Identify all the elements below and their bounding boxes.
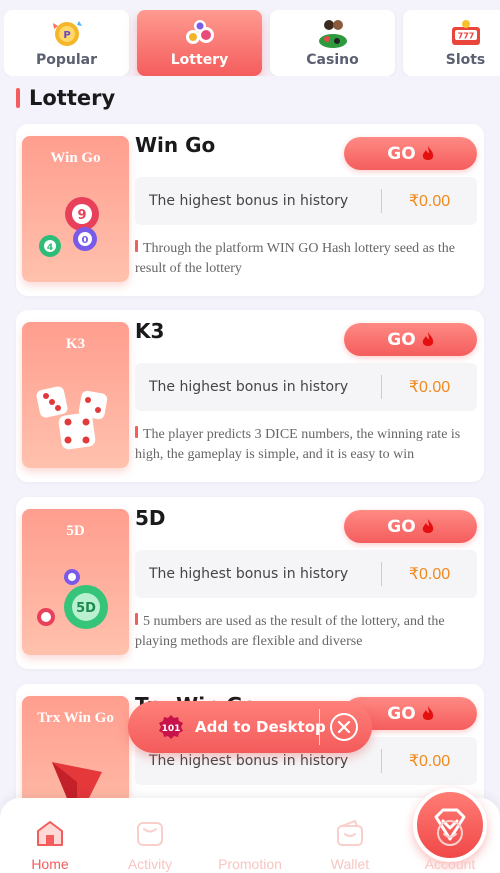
- section-accent-bar: [16, 88, 20, 108]
- activity-icon: [137, 822, 163, 846]
- tab-popular[interactable]: P Popular: [4, 10, 129, 76]
- thumbnail-label: Trx Win Go: [37, 710, 114, 726]
- desc-accent-bar: [135, 613, 138, 625]
- bonus-row: The highest bonus in history ₹0.00: [135, 363, 477, 411]
- flame-icon: [422, 331, 433, 346]
- game-card-5d[interactable]: 5D 5D 5D GO The highest bonus in history…: [16, 497, 484, 669]
- tab-label: Slots: [445, 52, 486, 68]
- go-label: GO: [387, 703, 416, 724]
- nav-activity[interactable]: Activity: [100, 818, 200, 872]
- go-button[interactable]: GO: [344, 510, 477, 543]
- svg-text:777: 777: [457, 32, 474, 41]
- tab-label: Casino: [306, 52, 359, 68]
- bonus-value: ₹0.00: [408, 753, 451, 770]
- svg-text:9: 9: [77, 208, 86, 223]
- bonus-value: ₹0.00: [408, 566, 451, 583]
- section-header: Lottery: [16, 86, 115, 110]
- game-thumbnail[interactable]: Win Go 9 0 4: [22, 136, 129, 282]
- slots-icon: 777: [451, 20, 480, 45]
- game-card-win-go[interactable]: Win Go 9 0 4 Win Go GO The highest bonus…: [16, 124, 484, 296]
- nav-label: Promotion: [218, 856, 282, 872]
- description-text: Through the platform WIN GO Hash lottery…: [135, 241, 455, 276]
- popular-icon: P: [52, 21, 82, 46]
- tab-lottery[interactable]: Lottery: [137, 10, 262, 76]
- bonus-row: The highest bonus in history ₹0.00: [135, 177, 477, 225]
- bonus-value: ₹0.00: [408, 193, 451, 210]
- lottery-balls-icon: 9 0 4: [39, 197, 99, 257]
- svg-text:4: 4: [47, 243, 53, 253]
- go-label: GO: [387, 143, 416, 164]
- description-text: 5 numbers are used as the result of the …: [135, 614, 445, 649]
- go-button[interactable]: GO: [344, 323, 477, 356]
- nav-wallet[interactable]: Wallet: [300, 818, 400, 872]
- game-title: 5D: [135, 506, 166, 530]
- svg-text:5D: 5D: [76, 601, 96, 616]
- desc-accent-bar: [135, 240, 138, 252]
- bottom-nav: Home Activity Promotion Wallet Account: [0, 788, 500, 873]
- game-card-k3[interactable]: K3 K3 GO The highest bonus in history ₹0…: [16, 310, 484, 482]
- tab-casino[interactable]: Casino: [270, 10, 395, 76]
- nav-home[interactable]: Home: [0, 818, 100, 872]
- app-logo-icon: 101: [159, 715, 183, 739]
- nav-label: Account: [424, 856, 476, 872]
- close-icon[interactable]: [329, 712, 359, 742]
- add-to-desktop-banner[interactable]: 101 Add to Desktop: [128, 701, 372, 753]
- wallet-icon: [337, 819, 363, 846]
- account-icon: [437, 820, 463, 846]
- game-description: The player predicts 3 DICE numbers, the …: [135, 425, 477, 465]
- bonus-label: The highest bonus in history: [149, 753, 349, 769]
- flame-icon: [422, 705, 433, 720]
- dice-icon: [36, 386, 108, 450]
- home-icon: [37, 821, 63, 846]
- casino-icon: [318, 20, 347, 48]
- go-label: GO: [387, 516, 416, 537]
- add-to-desktop-label: Add to Desktop: [195, 718, 326, 736]
- thumbnail-label: K3: [65, 336, 86, 352]
- game-thumbnail[interactable]: K3: [22, 322, 129, 468]
- divider: [319, 709, 320, 745]
- flame-icon: [422, 518, 433, 533]
- thumbnail-label: Win Go: [50, 150, 101, 166]
- game-thumbnail[interactable]: 5D 5D: [22, 509, 129, 655]
- tab-label: Lottery: [170, 52, 229, 68]
- game-title: Win Go: [135, 133, 216, 157]
- desc-accent-bar: [135, 426, 138, 438]
- tab-slots[interactable]: 777 Slots: [403, 10, 500, 76]
- go-button[interactable]: GO: [344, 137, 477, 170]
- svg-text:0: 0: [82, 235, 89, 246]
- thumbnail-label: 5D: [66, 523, 85, 539]
- bonus-label: The highest bonus in history: [149, 379, 349, 395]
- 5d-balls-icon: 5D: [37, 569, 108, 629]
- nav-label: Wallet: [330, 856, 370, 872]
- nav-promotion[interactable]: Promotion: [200, 788, 487, 872]
- game-title: K3: [135, 319, 165, 343]
- bonus-label: The highest bonus in history: [149, 566, 349, 582]
- lottery-icon: [185, 20, 214, 44]
- game-description: 5 numbers are used as the result of the …: [135, 612, 477, 652]
- game-description: Through the platform WIN GO Hash lottery…: [135, 239, 477, 279]
- nav-label: Activity: [127, 856, 173, 872]
- bonus-label: The highest bonus in history: [149, 193, 349, 209]
- description-text: The player predicts 3 DICE numbers, the …: [135, 427, 461, 462]
- nav-account[interactable]: Account: [400, 818, 500, 872]
- bonus-value: ₹0.00: [408, 379, 451, 396]
- section-title: Lottery: [29, 86, 116, 110]
- flame-icon: [422, 145, 433, 160]
- nav-label: Home: [31, 856, 69, 872]
- go-label: GO: [387, 329, 416, 350]
- bonus-row: The highest bonus in history ₹0.00: [135, 550, 477, 598]
- logo-text: 101: [162, 724, 181, 734]
- category-tabs: P Popular Lottery Casino 777 Slots: [4, 10, 500, 76]
- tab-label: Popular: [35, 52, 98, 68]
- svg-text:P: P: [63, 30, 70, 41]
